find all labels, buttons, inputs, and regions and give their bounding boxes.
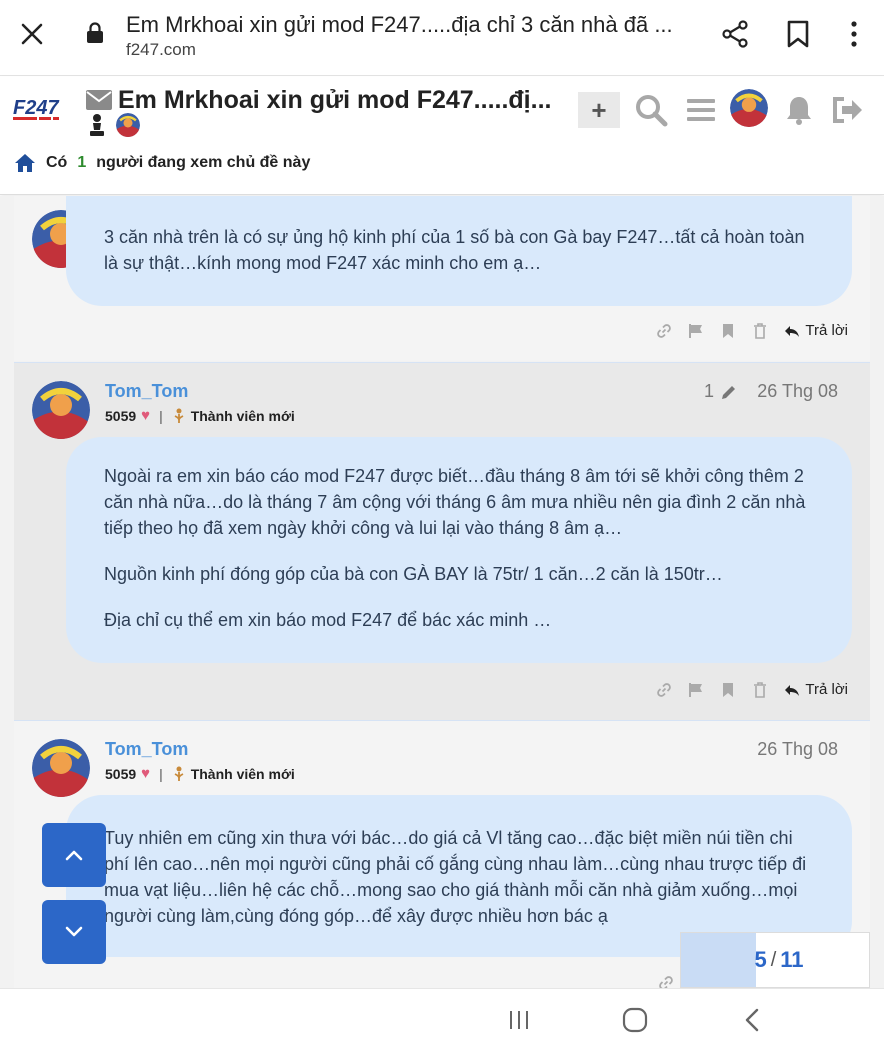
- post: Tom_Tom 5059 ♥ | Thành viên mới 1 26 Thg…: [14, 362, 870, 720]
- svg-text:F247: F247: [13, 97, 59, 119]
- likes-count: 5059: [105, 765, 137, 782]
- topic-title-bar[interactable]: Em Mrkhoai xin gửi mod F247.....đị...: [86, 83, 556, 117]
- post-paragraph: Ngoài ra em xin báo cáo mod F247 được bi…: [104, 466, 806, 538]
- chevron-down-icon: [65, 926, 83, 937]
- reply-button[interactable]: Trả lời: [784, 322, 848, 339]
- post: 3 căn nhà trên là có sự ủng hộ kinh phí …: [14, 196, 870, 361]
- envelope-icon: [86, 90, 112, 110]
- link-icon[interactable]: [658, 975, 674, 988]
- viewers-suffix: người đang xem chủ đề này: [96, 154, 311, 171]
- user-rank: Thành viên mới: [190, 765, 295, 782]
- progress-total: 11: [780, 947, 804, 972]
- post-actions: [658, 975, 674, 988]
- meta-separator: |: [159, 765, 163, 782]
- user-rank: Thành viên mới: [190, 407, 295, 424]
- more-vert-icon[interactable]: [846, 19, 862, 49]
- post-body: 3 căn nhà trên là có sự ủng hộ kinh phí …: [66, 196, 852, 306]
- recent-apps-icon[interactable]: [508, 1009, 530, 1031]
- viewers-count: 1: [77, 154, 87, 171]
- bookmark-post-icon[interactable]: [720, 682, 736, 698]
- meta-separator: |: [159, 407, 163, 424]
- post-stream: 3 căn nhà trên là có sự ủng hộ kinh phí …: [0, 196, 884, 988]
- browser-page-title[interactable]: Em Mrkhoai xin gửi mod F247.....địa chỉ …: [126, 12, 696, 38]
- lock-icon: [87, 22, 103, 43]
- post-paragraph: 3 căn nhà trên là có sự ủng hộ kinh phí …: [104, 227, 805, 273]
- likes-count: 5059: [105, 407, 137, 424]
- new-topic-button[interactable]: +: [578, 92, 620, 128]
- post-date[interactable]: 26 Thg 08: [757, 739, 838, 760]
- user-meta: 5059 ♥ | Thành viên mới: [105, 765, 295, 782]
- post-body: Ngoài ra em xin báo cáo mod F247 được bi…: [66, 437, 852, 663]
- author-avatar[interactable]: [32, 381, 90, 439]
- reply-icon: [785, 325, 800, 337]
- rank-badge-icon: [174, 408, 184, 423]
- android-nav-bar: [0, 988, 884, 1052]
- heart-icon: ♥: [141, 765, 151, 782]
- scroll-down-button[interactable]: [42, 900, 106, 964]
- bookmark-post-icon[interactable]: [720, 323, 736, 339]
- viewers-notice: Có 1 người đang xem chủ đề này: [14, 153, 310, 173]
- reply-label: Trả lời: [805, 681, 848, 698]
- progress-current: 5: [754, 947, 767, 972]
- user-meta: 5059 ♥ | Thành viên mới: [105, 407, 295, 424]
- scroll-up-button[interactable]: [42, 823, 106, 887]
- progress-text: 5 / 11: [681, 933, 869, 987]
- reply-icon: [785, 684, 800, 696]
- forum-header: F247 Em Mrkhoai xin gửi mod F247.....đị.…: [0, 77, 884, 195]
- bell-icon[interactable]: [784, 94, 814, 126]
- reply-label: Trả lời: [805, 322, 848, 339]
- topic-title: Em Mrkhoai xin gửi mod F247.....đị...: [118, 85, 552, 114]
- pencil-icon: [722, 385, 735, 399]
- home-icon[interactable]: [14, 153, 36, 173]
- heart-icon: ♥: [141, 407, 151, 424]
- link-icon[interactable]: [656, 323, 672, 339]
- flag-icon[interactable]: [688, 323, 704, 339]
- trash-icon[interactable]: [752, 681, 768, 698]
- close-icon[interactable]: [18, 20, 46, 48]
- post-date[interactable]: 26 Thg 08: [757, 381, 838, 402]
- edit-history[interactable]: 1: [704, 381, 738, 402]
- browser-toolbar: Em Mrkhoai xin gửi mod F247.....địa chỉ …: [0, 0, 884, 76]
- username[interactable]: Tom_Tom: [105, 739, 188, 760]
- rank-badge-icon: [174, 766, 184, 781]
- hamburger-icon[interactable]: [686, 95, 716, 125]
- topic-participants: [86, 112, 140, 138]
- chevron-up-icon: [65, 850, 83, 861]
- post-actions: Trả lời: [656, 681, 848, 698]
- bookmark-icon[interactable]: [786, 19, 810, 49]
- post-actions: Trả lời: [656, 322, 848, 339]
- back-icon[interactable]: [744, 1007, 760, 1033]
- trash-icon[interactable]: [752, 322, 768, 339]
- post-paragraph: Nguồn kinh phí đóng góp của bà con GÀ BA…: [104, 564, 723, 584]
- share-icon[interactable]: [720, 19, 750, 49]
- search-icon[interactable]: [634, 93, 668, 127]
- site-logo[interactable]: F247: [12, 95, 78, 123]
- home-button-icon[interactable]: [622, 1007, 648, 1033]
- progress-separator: /: [770, 948, 777, 971]
- user-avatar[interactable]: [730, 89, 768, 127]
- link-icon[interactable]: [656, 682, 672, 698]
- topic-progress[interactable]: 5 / 11: [680, 932, 870, 988]
- participant-avatar[interactable]: [116, 113, 140, 137]
- edit-count: 1: [703, 381, 714, 401]
- flag-icon[interactable]: [688, 682, 704, 698]
- viewers-prefix: Có: [46, 154, 68, 171]
- browser-url[interactable]: f247.com: [126, 40, 196, 60]
- post-paragraph: Địa chỉ cụ thể em xin báo mod F247 để bá…: [104, 610, 552, 630]
- chess-piece-icon: [90, 114, 104, 136]
- exit-icon[interactable]: [830, 95, 864, 125]
- username[interactable]: Tom_Tom: [105, 381, 188, 402]
- reply-button[interactable]: Trả lời: [784, 681, 848, 698]
- post-paragraph: Tuy nhiên em cũng xin thưa với bác…do gi…: [104, 828, 807, 926]
- author-avatar[interactable]: [32, 739, 90, 797]
